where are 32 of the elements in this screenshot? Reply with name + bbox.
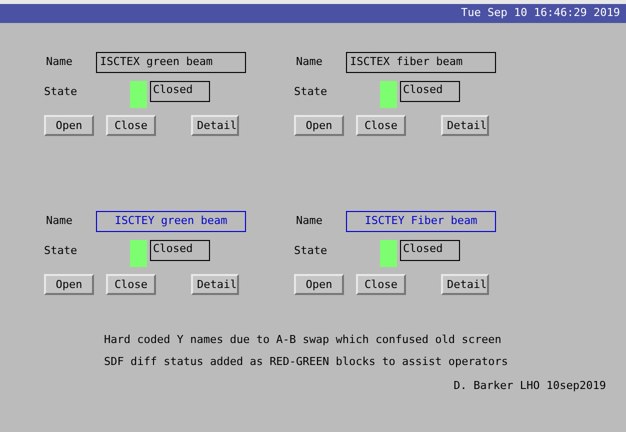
detail-button[interactable]: Detail <box>191 115 239 136</box>
action-button[interactable]: Open <box>44 115 94 136</box>
name-field: ISCTEY green beam <box>96 210 246 232</box>
name-label: Name <box>45 212 74 229</box>
detail-button[interactable]: Detail <box>191 274 239 295</box>
state-label: State <box>294 84 328 100</box>
action-button[interactable]: Close <box>356 115 406 136</box>
action-button[interactable]: Open <box>44 274 94 295</box>
name-field: ISCTEX fiber beam <box>346 52 496 72</box>
name-field: ISCTEX green beam <box>96 52 246 72</box>
action-button[interactable]: Close <box>106 274 156 295</box>
state-value: Closed <box>400 240 460 261</box>
detail-button[interactable]: Detail <box>441 274 489 295</box>
clock-text: Tue Sep 10 16:46:29 2019 <box>461 5 620 22</box>
action-button[interactable]: Open <box>294 115 344 136</box>
name-label: Name <box>295 54 324 70</box>
action-button[interactable]: Close <box>356 274 406 295</box>
detail-button[interactable]: Detail <box>441 115 489 136</box>
state-label: State <box>44 84 78 100</box>
note-text: Hard coded Y names due to A-B swap which confused old screen <box>104 332 502 348</box>
action-button[interactable]: Close <box>106 115 156 136</box>
name-label: Name <box>45 54 74 70</box>
note-text: SDF diff status added as RED-GREEN blocks to assist operators <box>104 354 509 370</box>
state-value: Closed <box>150 240 210 261</box>
name-label: Name <box>295 212 324 229</box>
signature-text: D. Barker LHO 10sep2019 <box>452 378 606 394</box>
action-button[interactable]: Open <box>294 274 344 295</box>
name-field: ISCTEY Fiber beam <box>346 210 496 232</box>
state-label: State <box>44 243 78 259</box>
state-label: State <box>294 243 328 259</box>
state-value: Closed <box>400 81 460 102</box>
state-value: Closed <box>150 81 210 102</box>
